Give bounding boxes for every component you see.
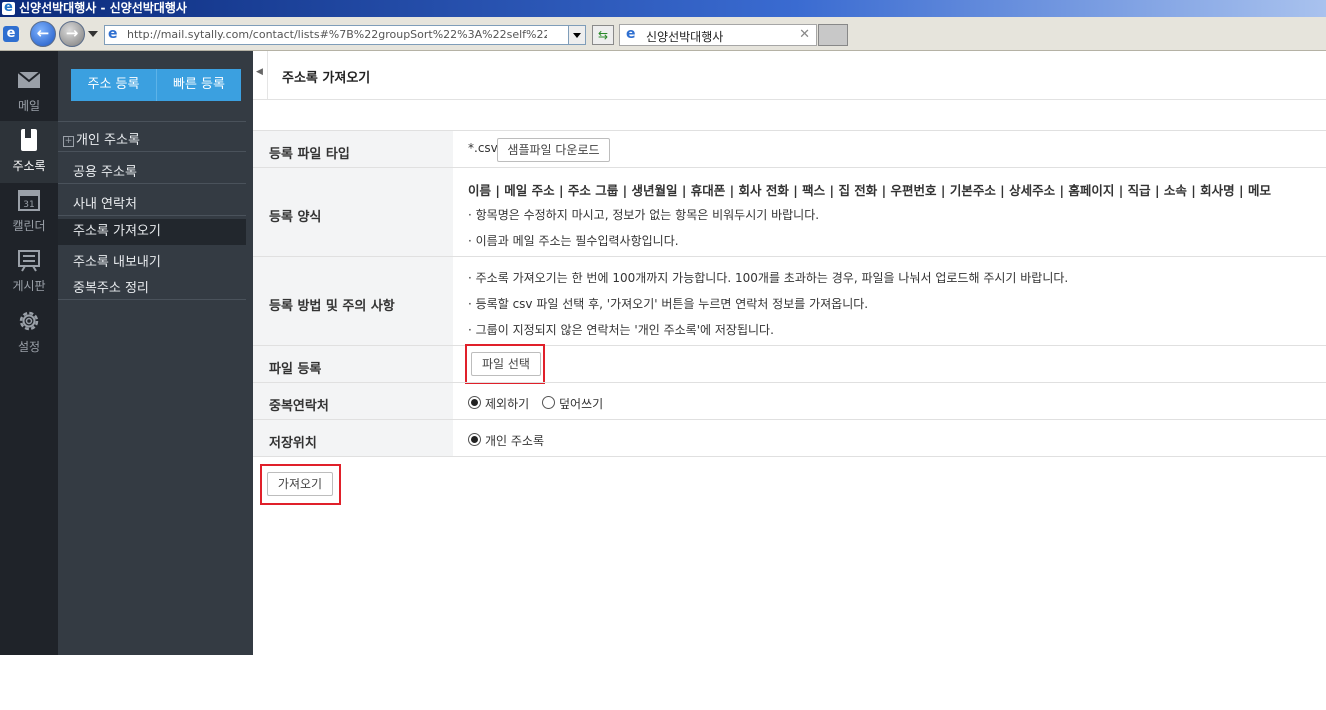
sidebar: 주소 등록 빠른 등록 + 개인 주소록 공용 주소록 사내 연락처 주소록 가져… [58,51,253,655]
window-title: 신양선박대행사 - 신양선박대행사 [19,1,187,15]
row-content: 파일 선택 [465,344,1326,384]
sidebar-item-personal[interactable]: + 개인 주소록 [63,129,140,148]
sidebar-divider [58,183,246,184]
sidebar-item-label: 개인 주소록 [76,133,140,148]
duplicate-label: 중복연락처 [269,399,329,414]
rail-label-settings: 설정 [17,340,41,354]
form-row-file-register: 파일 등록 파일 선택 [253,344,1326,384]
refresh-button[interactable]: ⇆ [592,25,614,45]
address-bar[interactable]: e http://mail.sytally.com/contact/lists#… [104,25,586,45]
row-header: 등록 방법 및 주의 사항 [253,257,453,346]
rail-item-mail[interactable]: 메일 [0,67,58,129]
form-row-save-location: 저장위치 개인 주소록 [253,419,1326,457]
sidebar-item-import[interactable]: 주소록 가져오기 [58,219,246,245]
forward-button[interactable]: → [59,21,85,47]
row-header: 중복연락처 [253,383,453,420]
rail-label-mail: 메일 [17,99,41,113]
gear-icon [19,311,39,331]
format-fields: 이름 | 메일 주소 | 주소 그룹 | 생년월일 | 휴대폰 | 회사 전화 … [468,183,1271,198]
ie-logo-icon: e [3,26,19,42]
sidebar-divider [58,151,246,152]
svg-text:31: 31 [23,200,34,210]
row-header: 파일 등록 [253,346,453,383]
method-note: · 그룹이 지정되지 않은 연락처는 '개인 주소록'에 저장됩니다. [468,323,774,337]
method-note: · 주소록 가져오기는 한 번에 100개까지 가능합니다. 100개를 초과하… [468,271,1069,285]
format-label: 등록 양식 [269,210,322,225]
sidebar-item-dedupe[interactable]: 중복주소 정리 [73,277,149,296]
quick-add-button[interactable]: 빠른 등록 [156,69,241,101]
ie-app-icon [2,0,15,16]
sample-download-button[interactable]: 샘플파일 다운로드 [497,138,610,162]
radio-overwrite-label[interactable]: 덮어쓰기 [559,395,603,412]
row-content: · 주소록 가져오기는 한 번에 100개까지 가능합니다. 100개를 초과하… [468,257,1326,346]
radio-overwrite[interactable] [542,396,555,409]
tab-close-icon[interactable]: ✕ [799,27,810,42]
row-content: 이름 | 메일 주소 | 주소 그룹 | 생년월일 | 휴대폰 | 회사 전화 … [468,168,1326,257]
radio-exclude[interactable] [468,396,481,409]
window-titlebar: 신양선박대행사 - 신양선박대행사 [0,0,1326,17]
file-type-label: 등록 파일 타입 [269,147,350,162]
history-dropdown-icon[interactable] [88,31,98,37]
calendar-icon: 31 [18,190,40,211]
sidebar-item-company[interactable]: 사내 연락처 [73,193,137,212]
sidebar-item-export[interactable]: 주소록 내보내기 [73,251,161,270]
board-icon [18,250,40,272]
new-tab-button[interactable] [818,24,848,46]
tab-title: 신양선박대행사 [646,30,724,44]
file-select-button[interactable]: 파일 선택 [471,352,541,376]
sidebar-divider [58,215,246,216]
import-button[interactable]: 가져오기 [267,472,333,496]
mail-icon [17,71,41,88]
format-note: · 이름과 메일 주소는 필수입력사항입니다. [468,234,679,248]
row-header: 등록 양식 [253,168,453,257]
rail-label-board: 게시판 [12,279,46,293]
rail-item-calendar[interactable]: 31 캘린더 [0,187,58,249]
row-header: 저장위치 [253,420,453,457]
radio-personal-label[interactable]: 개인 주소록 [485,432,544,449]
rail-label-addressbook: 주소록 [12,159,46,173]
rail-item-settings[interactable]: 설정 [0,308,58,370]
back-button[interactable]: ← [30,21,56,47]
radio-exclude-label[interactable]: 제외하기 [485,395,529,412]
file-register-label: 파일 등록 [269,362,322,377]
form-row-file-type: 등록 파일 타입 *.csv 샘플파일 다운로드 [253,130,1326,168]
radio-personal[interactable] [468,433,481,446]
form-row-format: 등록 양식 이름 | 메일 주소 | 주소 그룹 | 생년월일 | 휴대폰 | … [253,167,1326,257]
addressbook-icon [21,129,37,151]
form-row-duplicate: 중복연락처 제외하기 덮어쓰기 [253,382,1326,420]
format-note: · 항목명은 수정하지 마시고, 정보가 없는 항목은 비워두시기 바랍니다. [468,208,820,222]
address-url[interactable]: http://mail.sytally.com/contact/lists#%7… [127,28,547,41]
rail-item-addressbook[interactable]: 주소록 [0,121,58,183]
sidebar-collapse-button[interactable]: ◀ [253,51,268,99]
method-label: 등록 방법 및 주의 사항 [269,299,395,314]
browser-tab[interactable]: e 신양선박대행사 ✕ [619,24,817,46]
rail-label-calendar: 캘린더 [12,219,46,233]
form-bottom-border [253,456,1326,457]
row-content: 제외하기 덮어쓰기 [468,383,1326,420]
rail-item-board[interactable]: 게시판 [0,247,58,309]
sidebar-item-shared[interactable]: 공용 주소록 [73,161,137,180]
sidebar-divider [58,299,246,300]
header-divider [253,99,1326,100]
method-note: · 등록할 csv 파일 선택 후, '가져오기' 버튼을 누르면 연락처 정보… [468,297,869,311]
collapse-arrow-icon: ◀ [256,67,263,77]
save-location-label: 저장위치 [269,436,317,451]
page-favicon-icon: e [108,26,118,42]
row-content: 개인 주소록 [468,420,1326,457]
file-type-value: *.csv [468,141,498,155]
app-rail: 메일 주소록 31 캘린더 게시판 설정 [0,51,58,655]
form-row-method: 등록 방법 및 주의 사항 · 주소록 가져오기는 한 번에 100개까지 가능… [253,256,1326,346]
tab-favicon-icon: e [626,26,636,42]
add-address-button[interactable]: 주소 등록 [71,69,156,101]
browser-toolbar: e ← → e http://mail.sytally.com/contact/… [0,17,1326,51]
sidebar-divider [58,121,246,122]
expand-plus-icon[interactable]: + [63,136,74,147]
row-header: 등록 파일 타입 [253,131,453,168]
address-dropdown-button[interactable] [568,26,585,44]
row-content: *.csv 샘플파일 다운로드 [468,131,1326,168]
page-title: 주소록 가져오기 [282,71,371,86]
